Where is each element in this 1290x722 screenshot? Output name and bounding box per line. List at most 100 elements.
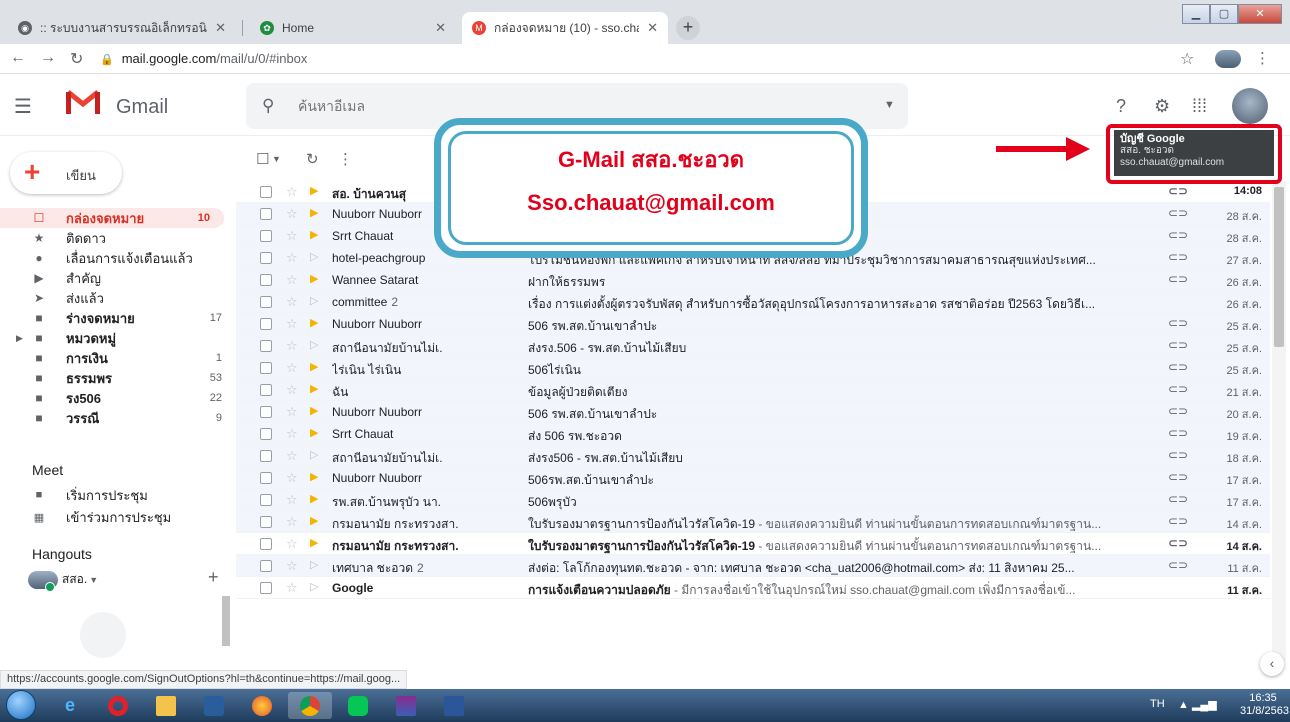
- table-row[interactable]: ☆ ▷ สถานีอนามัยบ้านไม่เ. ส่งรง506 - รพ.สต.บ…: [236, 445, 1270, 467]
- important-marker-icon[interactable]: ▷: [310, 580, 318, 593]
- row-checkbox[interactable]: [260, 494, 272, 506]
- url-field[interactable]: 🔒 mail.google.com/mail/u/0/#inbox: [100, 51, 307, 66]
- star-icon[interactable]: ☆: [286, 580, 298, 596]
- star-icon[interactable]: ☆: [286, 184, 298, 200]
- more-options-icon[interactable]: ⋮: [338, 150, 353, 168]
- sidebar-item[interactable]: ▶ ■ หมวดหมู่: [0, 328, 236, 348]
- table-row[interactable]: ☆ ▶ Srrt Chauat ส่ง 506 รพ.ชะอวด ⊂⊃ 19 ส.ค.: [236, 423, 1270, 445]
- row-checkbox[interactable]: [260, 384, 272, 396]
- row-checkbox[interactable]: [260, 230, 272, 242]
- table-row[interactable]: ☆ ▶ ฉัน ข้อมูลผู้ป่วยติดเตียง ⊂⊃ 21 ส.ค.: [236, 379, 1270, 401]
- meet-new-meeting[interactable]: ■ เริ่มการประชุม: [32, 486, 148, 504]
- system-clock[interactable]: 16:35 31/8/2563: [1240, 692, 1289, 718]
- important-marker-icon[interactable]: ▶: [310, 536, 318, 549]
- important-marker-icon[interactable]: ▷: [310, 294, 318, 307]
- star-icon[interactable]: ☆: [286, 250, 298, 266]
- important-marker-icon[interactable]: ▶: [310, 492, 318, 505]
- row-checkbox[interactable]: [260, 538, 272, 550]
- row-checkbox[interactable]: [260, 560, 272, 572]
- chrome-app-icon[interactable]: [288, 692, 332, 719]
- bookmark-star-icon[interactable]: ☆: [1180, 49, 1194, 69]
- row-checkbox[interactable]: [260, 428, 272, 440]
- table-row[interactable]: ☆ ▷ สถานีอนามัยบ้านไม่เ. ส่งรง.506 - รพ.สต.…: [236, 335, 1270, 357]
- compose-button[interactable]: + เขียน: [10, 152, 122, 194]
- main-menu-icon[interactable]: ☰: [14, 94, 32, 119]
- row-checkbox[interactable]: [260, 208, 272, 220]
- sidebar-item[interactable]: ● เลื่อนการแจ้งเตือนแล้ว: [0, 248, 236, 268]
- reload-icon[interactable]: ↻: [70, 49, 83, 69]
- apps-grid-icon[interactable]: ⁞⁞⁞: [1192, 96, 1207, 117]
- sidebar-item[interactable]: ★ ติดดาว: [0, 228, 236, 248]
- minimize-icon[interactable]: ▁: [1182, 4, 1210, 24]
- media-app-icon[interactable]: [192, 692, 236, 719]
- close-tab-icon[interactable]: ✕: [215, 20, 226, 36]
- row-checkbox[interactable]: [260, 186, 272, 198]
- account-avatar[interactable]: [1232, 88, 1268, 124]
- important-marker-icon[interactable]: ▶: [310, 206, 318, 219]
- important-marker-icon[interactable]: ▷: [310, 250, 318, 263]
- browser-tab-3[interactable]: M กล่องจดหมาย (10) - sso.chauat@ ✕: [462, 12, 668, 44]
- row-checkbox[interactable]: [260, 274, 272, 286]
- important-marker-icon[interactable]: ▶: [310, 272, 318, 285]
- refresh-icon[interactable]: ↻: [306, 150, 319, 168]
- winrar-app-icon[interactable]: [384, 692, 428, 719]
- row-checkbox[interactable]: [260, 296, 272, 308]
- close-tab-icon[interactable]: ✕: [435, 20, 446, 36]
- star-icon[interactable]: ☆: [286, 228, 298, 244]
- star-icon[interactable]: ☆: [286, 294, 298, 310]
- profile-avatar-icon[interactable]: [1215, 50, 1241, 68]
- row-checkbox[interactable]: [260, 362, 272, 374]
- sidebar-item[interactable]: ☐ กล่องจดหมาย 10: [0, 208, 224, 228]
- star-icon[interactable]: ☆: [286, 448, 298, 464]
- sidebar-item[interactable]: ■ ธรรมพร 53: [0, 368, 236, 388]
- important-marker-icon[interactable]: ▶: [310, 228, 318, 241]
- sidebar-item[interactable]: ■ วรรณี 9: [0, 408, 236, 428]
- start-button[interactable]: [6, 690, 36, 720]
- browser-tab-1[interactable]: ◉ :: ระบบงานสารบรรณอิเล็กทรอนิกส์ ✕: [8, 12, 236, 44]
- hangouts-user[interactable]: สสอ. ▼: [28, 570, 98, 592]
- star-icon[interactable]: ☆: [286, 558, 298, 574]
- line-app-icon[interactable]: [336, 692, 380, 719]
- help-icon[interactable]: ?: [1116, 96, 1126, 117]
- search-icon[interactable]: ⚲: [262, 96, 274, 116]
- table-row[interactable]: ☆ ▶ กรมอนามัย กระทรวงสา. ใบรับรองมาตรฐานการ…: [236, 511, 1270, 533]
- scrollbar-thumb[interactable]: [1274, 187, 1284, 347]
- new-tab-icon[interactable]: +: [676, 16, 700, 40]
- forward-icon[interactable]: →: [40, 49, 56, 67]
- network-icon[interactable]: ▲ ▂▄▆: [1178, 698, 1217, 711]
- table-row[interactable]: ☆ ▷ เทศบาล ชะอวด 2 ส่งต่อ: โลโก้กองทุนทต.ชะอ…: [236, 555, 1270, 577]
- select-all-checkbox[interactable]: ☐: [256, 150, 269, 168]
- important-marker-icon[interactable]: ▶: [310, 426, 318, 439]
- row-checkbox[interactable]: [260, 406, 272, 418]
- table-row[interactable]: ☆ ▶ Nuuborr Nuuborr 506รพ.สต.บ้านเขาลำปะ ⊂⊃ 1…: [236, 467, 1270, 489]
- important-marker-icon[interactable]: ▶: [310, 514, 318, 527]
- row-checkbox[interactable]: [260, 340, 272, 352]
- table-row[interactable]: ☆ ▷ committee 2 เรื่อง การแต่งตั้งผู้ตรวจรับ…: [236, 291, 1270, 313]
- row-checkbox[interactable]: [260, 252, 272, 264]
- sidebar-item[interactable]: ■ การเงิน 1: [0, 348, 236, 368]
- browser-tab-2[interactable]: ✿ Home ✕: [250, 12, 456, 44]
- add-hangout-icon[interactable]: +: [208, 567, 219, 588]
- important-marker-icon[interactable]: ▶: [310, 404, 318, 417]
- table-row[interactable]: ☆ ▶ Nuuborr Nuuborr 506 รพ.สต.บ้านเขาลำปะ ⊂⊃…: [236, 401, 1270, 423]
- select-dropdown-icon[interactable]: ▼: [272, 154, 281, 164]
- table-row[interactable]: ☆ ▶ Nuuborr Nuuborr 506 รพ.สต.บ้านเขาลำปะ ⊂⊃…: [236, 313, 1270, 335]
- table-row[interactable]: ☆ ▶ รพ.สต.บ้านพรุบัว นา. 506พรุบัว ⊂⊃ 17 ส.ค.: [236, 489, 1270, 511]
- browser-menu-icon[interactable]: ⋮: [1255, 49, 1270, 67]
- search-input[interactable]: [298, 98, 598, 114]
- star-icon[interactable]: ☆: [286, 338, 298, 354]
- sidebar-item[interactable]: ➤ ส่งแล้ว: [0, 288, 236, 308]
- close-window-icon[interactable]: ✕: [1238, 4, 1282, 24]
- maximize-icon[interactable]: ▢: [1210, 4, 1238, 24]
- star-icon[interactable]: ☆: [286, 272, 298, 288]
- expand-icon[interactable]: ▶: [16, 333, 23, 344]
- sidebar-item[interactable]: ■ ร่างจดหมาย 17: [0, 308, 236, 328]
- sidebar-item[interactable]: ■ รง506 22: [0, 388, 236, 408]
- star-icon[interactable]: ☆: [286, 536, 298, 552]
- meet-join-meeting[interactable]: ▦ เข้าร่วมการประชุม: [32, 508, 171, 526]
- folder-app-icon[interactable]: [144, 692, 188, 719]
- word-app-icon[interactable]: [432, 692, 476, 719]
- back-icon[interactable]: ←: [10, 49, 26, 67]
- table-row[interactable]: ☆ ▶ ไร่เนิน ไร่เนิน 506ไร่เนิน ⊂⊃ 25 ส.ค.: [236, 357, 1270, 379]
- language-indicator[interactable]: TH: [1150, 698, 1165, 710]
